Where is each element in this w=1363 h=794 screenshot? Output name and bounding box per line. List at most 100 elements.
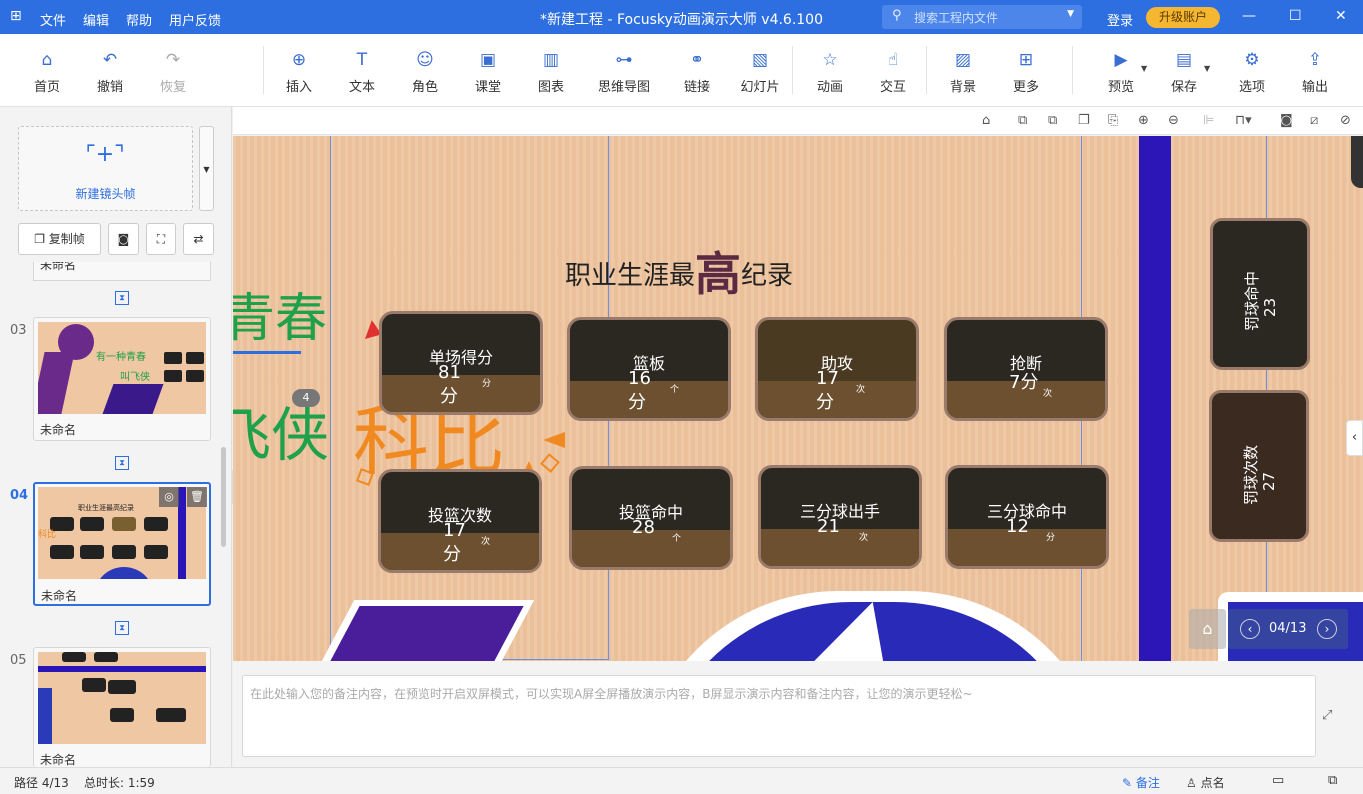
zoom-out-icon[interactable]: ⊖	[1168, 113, 1179, 128]
save-dropdown-icon[interactable]: ▼	[1204, 64, 1210, 73]
new-frame-button[interactable]: ⌜+⌝ 新建镜头帧	[18, 126, 193, 211]
vertical-stat-card[interactable]: 罚球命中 23	[1210, 218, 1310, 370]
interact-label: 交互	[879, 80, 906, 95]
prev-page-icon[interactable]: ‹	[1240, 619, 1260, 639]
window-title: *新建工程 - Focusky动画演示大师 v4.6.100	[540, 12, 824, 28]
menu-help[interactable]: 帮助	[126, 10, 152, 29]
export-button[interactable]: ⇪ 输出	[1285, 49, 1345, 95]
export-label: 输出	[1301, 80, 1328, 95]
copy-icon: ❐	[34, 232, 49, 246]
close-icon[interactable]: ✕	[1335, 8, 1347, 24]
home-nav-icon[interactable]: ⌂	[1189, 609, 1226, 649]
expand-icon[interactable]: ⤢	[1322, 708, 1332, 723]
menu-file[interactable]: 文件	[40, 10, 66, 29]
home-button[interactable]: ⌂ 首页	[17, 49, 77, 95]
card-value: 7分	[1009, 372, 1039, 393]
transition-icon[interactable]: ⧗	[115, 621, 129, 635]
slide-number: 04	[10, 488, 29, 503]
lock-icon[interactable]: ⊓▾	[1235, 113, 1252, 128]
slide-card-03[interactable]: 有一种青春 叫飞侠 未命名	[33, 317, 211, 441]
preview-dropdown-icon[interactable]: ▼	[1141, 64, 1147, 73]
redo-button[interactable]: ↷ 恢复	[143, 49, 203, 95]
reorder-button[interactable]: ⇄	[183, 223, 214, 255]
menu-edit[interactable]: 编辑	[83, 10, 109, 29]
camera-button[interactable]: ◙	[108, 223, 139, 255]
interact-button[interactable]: ☝ 交互	[863, 49, 923, 95]
chart-label: 图表	[537, 80, 564, 95]
more-button[interactable]: ⊞ 更多	[996, 49, 1056, 95]
role-button[interactable]: ☺ 角色	[395, 49, 455, 95]
notes-input[interactable]: 在此处输入您的备注内容，在预览时开启双屏模式，可以实现A屏全屏播放演示内容，B屏…	[242, 675, 1316, 757]
edit-icon: ✎	[1122, 776, 1136, 790]
minimize-icon[interactable]: —	[1242, 8, 1256, 24]
stat-card[interactable]: 投篮命中 28 个	[569, 466, 733, 570]
options-button[interactable]: ⚙ 选项	[1222, 49, 1282, 95]
stat-card[interactable]: 单场得分 81 分 分	[379, 311, 543, 415]
animation-button[interactable]: ☆ 动画	[800, 49, 860, 95]
crop-icon[interactable]: ⧄	[1310, 113, 1318, 128]
home-view-icon[interactable]: ⌂	[982, 113, 990, 128]
settings-icon[interactable]: ◎	[159, 487, 179, 507]
stat-card[interactable]: 抢断 7分 次	[944, 317, 1108, 421]
frame-plus-icon: ⌜+⌝	[85, 142, 125, 167]
transition-icon[interactable]: ⧗	[115, 456, 129, 470]
stat-card[interactable]: 三分球出手 21 次	[758, 465, 922, 569]
zoom-in-icon[interactable]: ⊕	[1138, 113, 1149, 128]
green-text[interactable]: 青春	[233, 276, 327, 351]
vertical-stat-card[interactable]: 罚球次数 27	[1209, 390, 1309, 542]
search-input[interactable]: ⚲ 搜索工程内文件 ▼	[882, 5, 1082, 29]
screenshot-icon[interactable]: ◙	[1280, 113, 1293, 128]
copy-frame-button[interactable]: ❐ 复制帧	[18, 223, 101, 255]
text-button[interactable]: T 文本	[332, 49, 392, 95]
insert-button[interactable]: ⊕ 插入	[269, 49, 329, 95]
notes-toggle-button[interactable]: ✎ 备注	[1122, 774, 1160, 791]
scan-button[interactable]: ⛶	[146, 223, 176, 255]
edit-path-icon[interactable]: ⊘	[1340, 113, 1351, 128]
menu-feedback[interactable]: 用户反馈	[169, 10, 221, 29]
slide-card-partial[interactable]: 未命名	[33, 262, 211, 281]
canvas-toolbar: ⌂ ⧉ ⧉ ❐ ⎘ ⊕ ⊖ ⊫ ⊓▾ ◙ ⧄ ⊘	[233, 107, 1363, 135]
reorder-icon: ⇄	[193, 232, 204, 246]
collapse-right-icon[interactable]: ‹	[1346, 420, 1363, 456]
editing-canvas[interactable]: 职业生涯最高纪录 青春 飞侠 4 科比 单场得分 81 分 分 篮板 16 分 …	[233, 136, 1363, 661]
card-value: 81	[438, 362, 461, 383]
mindmap-button[interactable]: ⊶ 思维导图	[594, 49, 654, 95]
screen-icon[interactable]: ▭	[1272, 773, 1284, 788]
vcard-value: 27	[1260, 471, 1278, 491]
window-icon[interactable]: ⧉	[1328, 773, 1337, 788]
slide-card-04[interactable]: 职业生涯最高纪录 科比 ◎ 🗑 未命名	[33, 482, 211, 606]
layer-down-icon[interactable]: ⧉	[1048, 113, 1057, 128]
slides-button[interactable]: ▧ 幻灯片	[730, 49, 790, 95]
classroom-button[interactable]: ▣ 课堂	[458, 49, 518, 95]
app-logo-icon[interactable]: ⊞	[10, 8, 22, 24]
duplicate-icon[interactable]: ❐	[1078, 113, 1090, 128]
new-frame-dropdown-icon[interactable]: ▼	[199, 126, 214, 211]
slide-card-05[interactable]: 未命名	[33, 647, 211, 767]
align-icon[interactable]: ⊫	[1203, 113, 1214, 128]
layer-up-icon[interactable]: ⧉	[1018, 113, 1027, 128]
maximize-icon[interactable]: ☐	[1289, 8, 1302, 24]
toolbar-divider	[263, 46, 264, 94]
background-button[interactable]: ▨ 背景	[933, 49, 993, 95]
link-button[interactable]: ⚭ 链接	[667, 49, 727, 95]
stat-card[interactable]: 助攻 17 分 次	[755, 317, 919, 421]
more-label: 更多	[1012, 80, 1039, 95]
delete-icon[interactable]: 🗑	[187, 487, 207, 507]
login-button[interactable]: 登录	[1107, 10, 1133, 29]
underline	[233, 351, 301, 354]
slide-heading[interactable]: 职业生涯最高纪录	[565, 232, 793, 301]
undo-button[interactable]: ↶ 撤销	[80, 49, 140, 95]
chart-button[interactable]: ▥ 图表	[521, 49, 581, 95]
transition-icon[interactable]: ⧗	[115, 291, 129, 305]
redo-icon: ↷	[165, 50, 181, 70]
stat-card[interactable]: 三分球命中 12 分	[945, 465, 1109, 569]
rollcall-button[interactable]: ♙ 点名	[1186, 774, 1225, 791]
stat-card[interactable]: 投篮次数 17 分 次	[378, 469, 542, 573]
upgrade-button[interactable]: 升级账户	[1146, 7, 1220, 28]
paste-icon[interactable]: ⎘	[1108, 113, 1118, 128]
next-page-icon[interactable]: ›	[1317, 619, 1337, 639]
sidebar-scrollbar[interactable]	[221, 447, 226, 547]
card-edge	[1351, 136, 1363, 188]
chevron-down-icon[interactable]: ▼	[1067, 9, 1074, 19]
stat-card[interactable]: 篮板 16 分 个	[567, 317, 731, 421]
